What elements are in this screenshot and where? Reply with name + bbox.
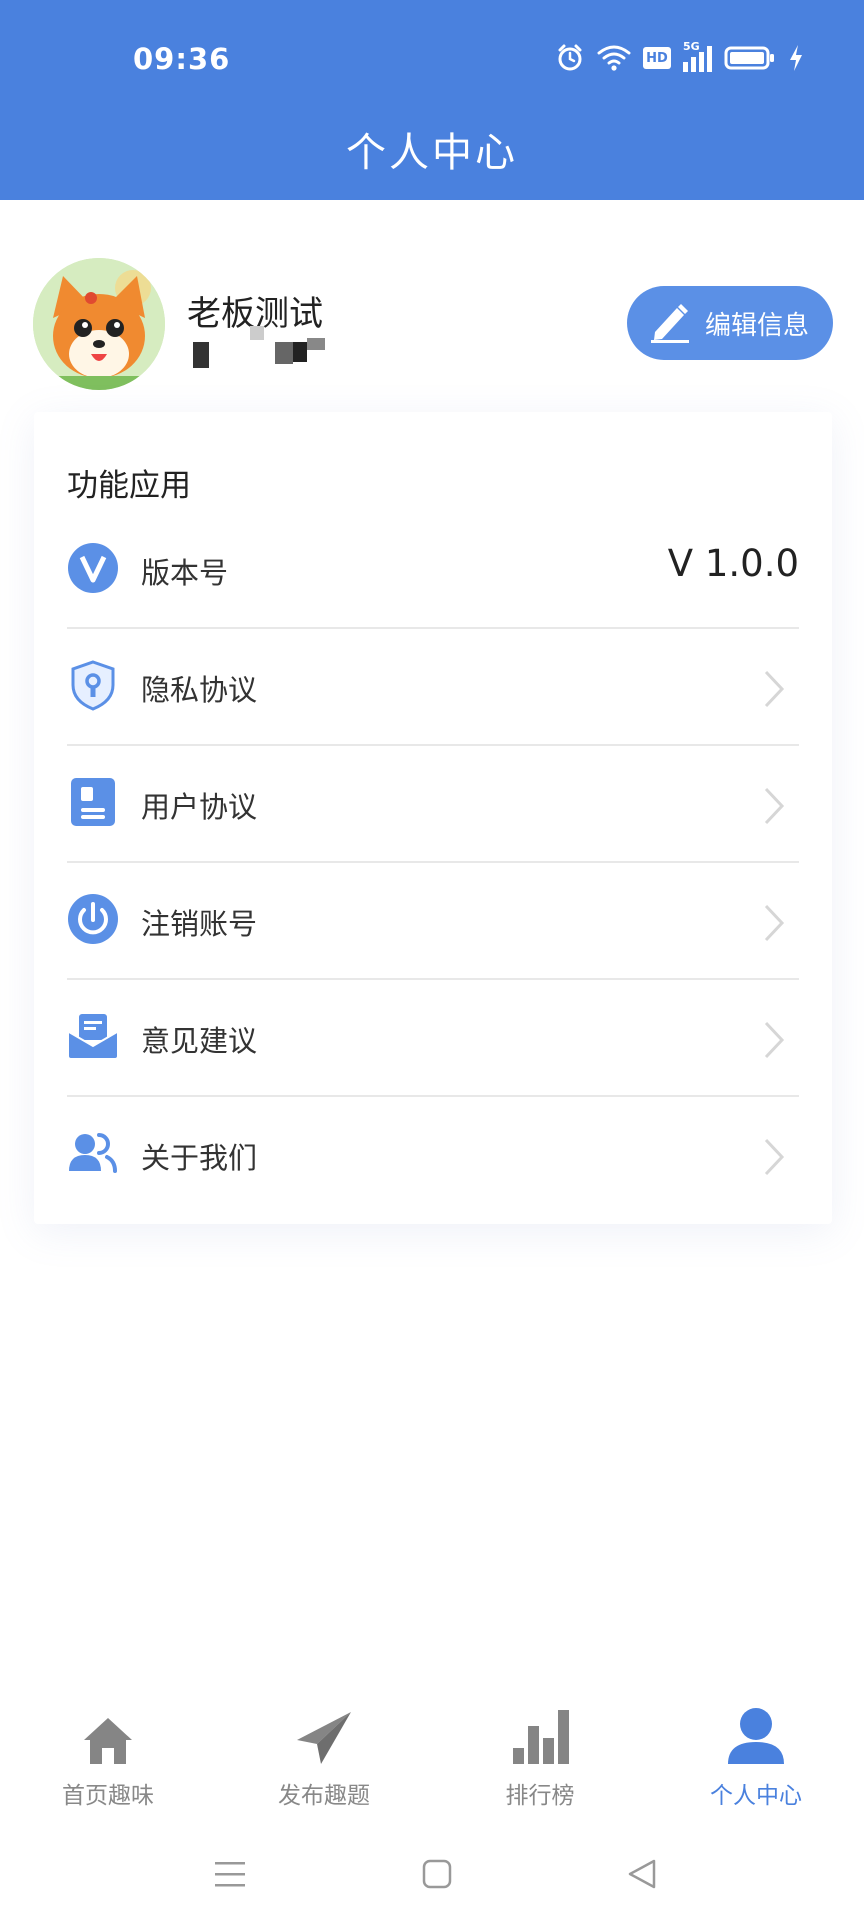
- bottom-nav: 首页趣味 发布趣题 排行榜 个人中心: [0, 1690, 864, 1820]
- menu-item-label: 注销账号: [141, 907, 258, 941]
- edit-info-button[interactable]: 编辑信息: [627, 286, 833, 360]
- person-icon: [726, 1706, 786, 1766]
- menu-item-label: 隐私协议: [141, 673, 258, 707]
- version-icon: [67, 542, 119, 594]
- chevron-right-icon: [763, 669, 785, 713]
- menu-icon[interactable]: [208, 1854, 252, 1894]
- alarm-icon: [555, 43, 585, 73]
- nav-ranking-label: 排行榜: [505, 1783, 575, 1809]
- nav-home-label: 首页趣味: [62, 1783, 154, 1809]
- nav-profile[interactable]: 个人中心: [648, 1690, 864, 1820]
- menu-item-label: 关于我们: [141, 1141, 258, 1175]
- menu-item-privacy[interactable]: 隐私协议: [67, 629, 799, 746]
- menu-item-label: 版本号: [141, 556, 229, 590]
- net-text: 5G: [683, 40, 700, 53]
- hd-text: HD: [646, 50, 668, 66]
- nav-ranking[interactable]: 排行榜: [432, 1690, 648, 1820]
- card-title: 功能应用: [67, 468, 191, 504]
- status-icons: HD 5G: [555, 40, 804, 76]
- nav-publish[interactable]: 发布趣题: [216, 1690, 432, 1820]
- profile-section: 老板测试 编辑信息: [0, 200, 864, 400]
- status-time: 09:36: [133, 42, 231, 76]
- nav-home[interactable]: 首页趣味: [0, 1690, 216, 1820]
- chevron-right-icon: [763, 1137, 785, 1181]
- page-title: 个人中心: [346, 130, 518, 176]
- menu-item-label: 用户协议: [141, 790, 258, 824]
- nav-publish-label: 发布趣题: [278, 1783, 370, 1809]
- menu-item-version: 版本号 V 1.0.0: [67, 512, 799, 629]
- document-icon: [67, 776, 119, 828]
- user-id-redacted: [175, 326, 345, 368]
- chevron-right-icon: [763, 1020, 785, 1064]
- edit-info-label: 编辑信息: [705, 310, 810, 341]
- wifi-icon: [597, 44, 631, 72]
- menu-item-label: 意见建议: [141, 1024, 258, 1058]
- avatar[interactable]: [33, 258, 165, 390]
- menu-item-user-agreement[interactable]: 用户协议: [67, 746, 799, 863]
- status-bar: 09:36 HD 5G: [0, 30, 864, 86]
- nav-profile-label: 个人中心: [710, 1783, 802, 1809]
- menu-item-about-us[interactable]: 关于我们: [67, 1097, 799, 1214]
- chevron-right-icon: [763, 786, 785, 830]
- battery-icon: [724, 45, 776, 71]
- power-icon: [67, 893, 119, 945]
- pencil-icon: [647, 298, 693, 348]
- users-icon: [67, 1127, 119, 1179]
- menu-item-delete-account[interactable]: 注销账号: [67, 863, 799, 980]
- back-icon[interactable]: [620, 1854, 664, 1894]
- system-nav-bar: [0, 1840, 864, 1920]
- hd-icon: HD: [643, 47, 671, 69]
- app-root: 09:36 HD 5G 个人中心 老板测试 编辑信息 功能应用 版本号 V 1.…: [0, 0, 864, 1920]
- home-button-icon[interactable]: [415, 1854, 459, 1894]
- mail-icon: [67, 1010, 119, 1062]
- function-card: 功能应用 版本号 V 1.0.0 隐私协议 用户协议 注销账号 意见建议 关于我…: [34, 412, 832, 1224]
- menu-item-feedback[interactable]: 意见建议: [67, 980, 799, 1097]
- charging-icon: [788, 44, 804, 72]
- bar-chart-icon: [511, 1706, 569, 1766]
- home-icon: [82, 1706, 134, 1766]
- signal-5g-icon: 5G: [683, 40, 712, 72]
- version-value: V 1.0.0: [667, 542, 799, 585]
- header: 09:36 HD 5G 个人中心: [0, 0, 864, 200]
- shield-lock-icon: [67, 659, 119, 711]
- chevron-right-icon: [763, 903, 785, 947]
- paper-plane-icon: [295, 1706, 353, 1766]
